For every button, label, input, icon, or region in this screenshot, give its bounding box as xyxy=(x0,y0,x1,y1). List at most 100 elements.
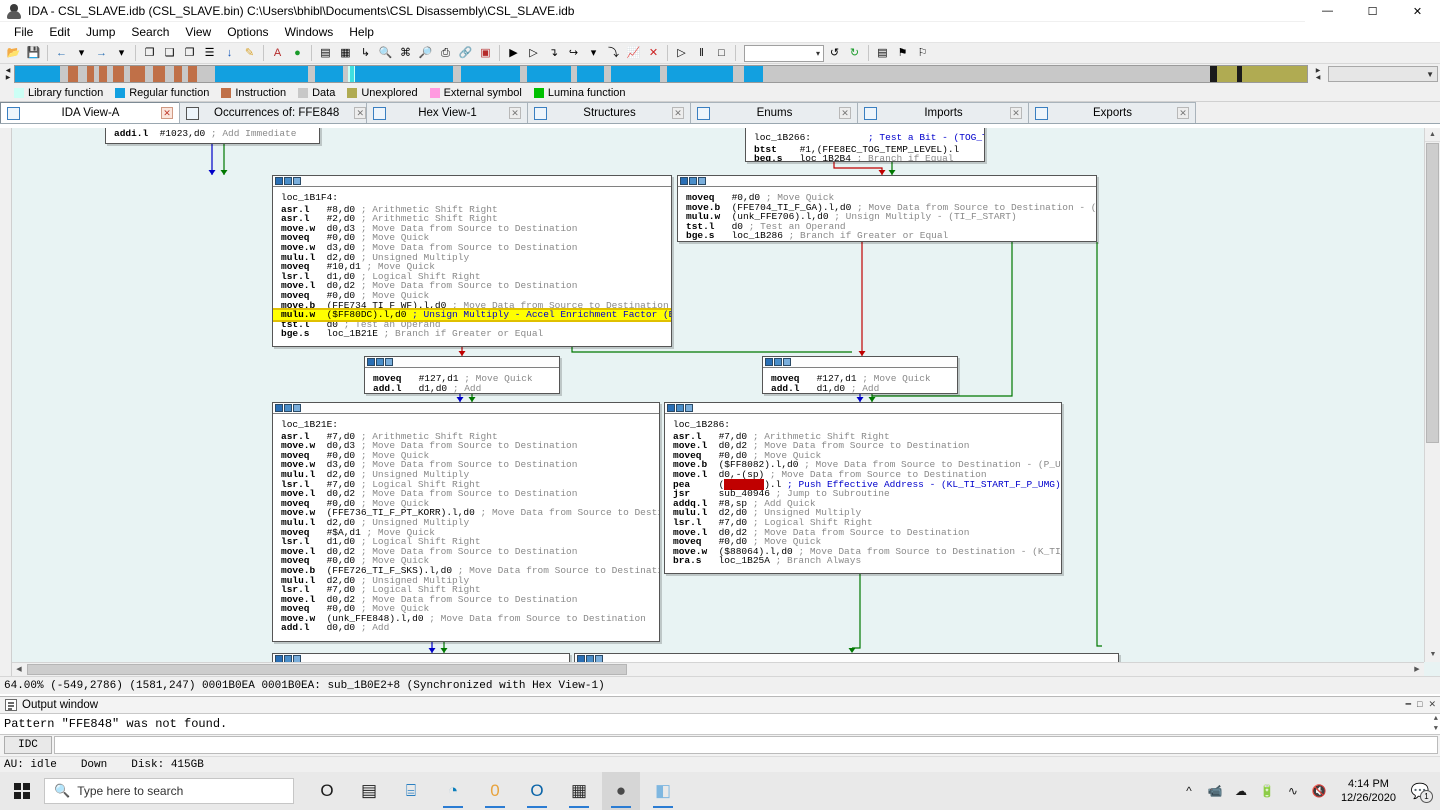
graph-node-add127-left[interactable]: moveq #127,d1 ; Move Quickadd.l d1,d0 ; … xyxy=(364,356,560,394)
output-maximize-icon[interactable]: □ xyxy=(1417,699,1422,710)
graph-node-titlebar[interactable] xyxy=(665,403,1061,414)
xrefs-icon[interactable]: ⌘ xyxy=(396,44,415,63)
menu-item-options[interactable]: Options xyxy=(219,23,276,41)
graph-node-titlebar[interactable] xyxy=(763,357,957,368)
maximize-button[interactable]: ☐ xyxy=(1350,0,1395,22)
node-chart-icon[interactable] xyxy=(774,358,782,366)
forward-icon[interactable]: → xyxy=(92,44,111,63)
node-comment-icon[interactable] xyxy=(293,177,301,185)
taskbar-search-box[interactable]: 🔍 Type here to search xyxy=(44,778,294,804)
proximity-icon[interactable]: ▦ xyxy=(336,44,355,63)
file-explorer-icon[interactable]: ὜0 xyxy=(476,772,514,810)
graph-node-1B21E[interactable]: loc_1B21E:asr.l #7,d0 ; Arithmetic Shift… xyxy=(272,402,660,642)
step-into-icon[interactable]: ↴ xyxy=(544,44,563,63)
tab-close-icon[interactable]: ✕ xyxy=(509,107,521,119)
back-dropdown-icon[interactable]: ▾ xyxy=(72,44,91,63)
pause-icon[interactable]: ‖ xyxy=(692,44,711,63)
disassembly-line[interactable]: add.l d0,d0 ; Add xyxy=(273,623,659,633)
node-chart-icon[interactable] xyxy=(284,404,292,412)
cortana-icon[interactable]: O xyxy=(308,772,346,810)
node-comment-icon[interactable] xyxy=(783,358,791,366)
graph-node-titlebar[interactable] xyxy=(365,357,559,368)
graph-horizontal-scrollbar[interactable]: ◀ ▶ xyxy=(12,662,1424,676)
step-over-icon[interactable]: ↪ xyxy=(564,44,583,63)
graph-node-1B286[interactable]: loc_1B286:asr.l #7,d0 ; Arithmetic Shift… xyxy=(664,402,1062,574)
graph-node-1B266[interactable]: loc_1B266: ; Test a Bit - (TOG_TEMP_LEVE… xyxy=(745,128,985,162)
node-collapse-icon[interactable] xyxy=(275,655,283,662)
print-icon[interactable]: ⎙ xyxy=(436,44,455,63)
node-chart-icon[interactable] xyxy=(284,655,292,662)
link-icon[interactable]: 🔗 xyxy=(456,44,475,63)
navband-scroll-arrows[interactable]: ◀▶ xyxy=(2,65,14,83)
node-chart-icon[interactable] xyxy=(676,404,684,412)
back-icon[interactable]: ← xyxy=(52,44,71,63)
output-scroll-down-icon[interactable]: ▼ xyxy=(1434,725,1438,733)
circle-green-icon[interactable]: ● xyxy=(288,44,307,63)
menu-item-jump[interactable]: Jump xyxy=(78,23,123,41)
graph-node-titlebar[interactable] xyxy=(273,403,659,414)
idc-mode-button[interactable]: IDC xyxy=(4,736,52,754)
graph-node-bottom-right-partial[interactable] xyxy=(574,653,1119,662)
node-comment-icon[interactable] xyxy=(698,177,706,185)
outlook-icon[interactable]: O xyxy=(518,772,556,810)
node-chart-icon[interactable] xyxy=(284,177,292,185)
graph-icon[interactable]: ▤ xyxy=(316,44,335,63)
tab-ida-view-a[interactable]: IDA View-A✕ xyxy=(0,102,180,123)
graph-node-1B1F4[interactable]: loc_1B1F4:asr.l #8,d0 ; Arithmetic Shift… xyxy=(272,175,672,347)
node-comment-icon[interactable] xyxy=(293,404,301,412)
forward-dropdown-icon[interactable]: ▾ xyxy=(112,44,131,63)
wifi-icon[interactable]: ∿ xyxy=(1281,772,1305,810)
block-label[interactable]: loc_1B1F4: xyxy=(281,192,338,203)
bp-add-icon[interactable]: ⚑ xyxy=(893,44,912,63)
text-box-icon[interactable]: A xyxy=(268,44,287,63)
trace-icon[interactable]: 📈 xyxy=(624,44,643,63)
show-hidden-icons[interactable]: ^ xyxy=(1177,772,1201,810)
notification-center-button[interactable]: 💬 1 xyxy=(1406,772,1434,810)
highlight-icon[interactable]: ✎ xyxy=(240,44,259,63)
output-minimize-icon[interactable]: ━ xyxy=(1406,699,1411,710)
tab-enums[interactable]: Enums✕ xyxy=(690,102,858,123)
close-button[interactable]: ✕ xyxy=(1395,0,1440,22)
tab-close-icon[interactable]: ✕ xyxy=(161,107,173,119)
ida-graph-view[interactable]: addi.l #1023,d0 ; Add Immediateloc_1B266… xyxy=(0,128,1440,676)
disassembly-line[interactable]: beq.s loc_1B2B4 ; Branch if Equal xyxy=(746,154,984,162)
debug-start-icon[interactable]: ▶ xyxy=(504,44,523,63)
navigation-band[interactable] xyxy=(14,65,1308,83)
disassembly-line[interactable]: bge.s loc_1B286 ; Branch if Greater or E… xyxy=(678,231,1096,241)
onedrive-icon[interactable]: ☁ xyxy=(1229,772,1253,810)
node-collapse-icon[interactable] xyxy=(667,404,675,412)
menu-item-windows[interactable]: Windows xyxy=(277,23,342,41)
node-comment-icon[interactable] xyxy=(293,655,301,662)
navband-zoom-arrows[interactable]: ▶◀ xyxy=(1308,66,1328,82)
open-icon[interactable]: 📂 xyxy=(4,44,23,63)
menu-item-help[interactable]: Help xyxy=(341,23,382,41)
node-chart-icon[interactable] xyxy=(586,655,594,662)
taskbar-clock[interactable]: 4:14 PM 12/26/2020 xyxy=(1333,777,1404,805)
node-comment-icon[interactable] xyxy=(595,655,603,662)
tab-occurrences-of-ffe848[interactable]: Occurrences of: FFE848✕ xyxy=(179,102,367,123)
disassembly-line[interactable]: mulu.w ($FF80DC).l,d0 ; Unsign Multiply … xyxy=(273,310,671,320)
tab-close-icon[interactable]: ✕ xyxy=(1010,107,1022,119)
node-collapse-icon[interactable] xyxy=(765,358,773,366)
tab-hex-view-1[interactable]: Hex View-1✕ xyxy=(366,102,528,123)
binoculars-icon[interactable]: 🔎 xyxy=(416,44,435,63)
edge-browser-icon[interactable]: ◔ xyxy=(434,772,472,810)
ida-app-icon[interactable]: ● xyxy=(602,772,640,810)
debug-attach-icon[interactable]: ▷ xyxy=(524,44,543,63)
graph-vscroll-thumb[interactable] xyxy=(1426,143,1439,443)
tab-close-icon[interactable]: ✕ xyxy=(354,107,366,119)
graph-vertical-scrollbar[interactable]: ▲ ▼ xyxy=(1424,128,1440,662)
tab-exports[interactable]: Exports✕ xyxy=(1028,102,1196,123)
node-chart-icon[interactable] xyxy=(376,358,384,366)
stack-icon[interactable]: ❐ xyxy=(180,44,199,63)
calculator-icon[interactable]: ⌸ xyxy=(392,772,430,810)
navband-combo[interactable]: ▼ xyxy=(1328,66,1438,82)
menu-item-search[interactable]: Search xyxy=(123,23,177,41)
graph-node-titlebar[interactable] xyxy=(678,176,1096,187)
tab-imports[interactable]: Imports✕ xyxy=(857,102,1029,123)
volume-muted-icon[interactable]: 🔇 xyxy=(1307,772,1331,810)
tab-close-icon[interactable]: ✕ xyxy=(1177,107,1189,119)
graph-node-bottom-left-partial[interactable] xyxy=(272,653,570,662)
graph-node-titlebar[interactable] xyxy=(575,654,1118,662)
teams-icon[interactable]: 📹 xyxy=(1203,772,1227,810)
